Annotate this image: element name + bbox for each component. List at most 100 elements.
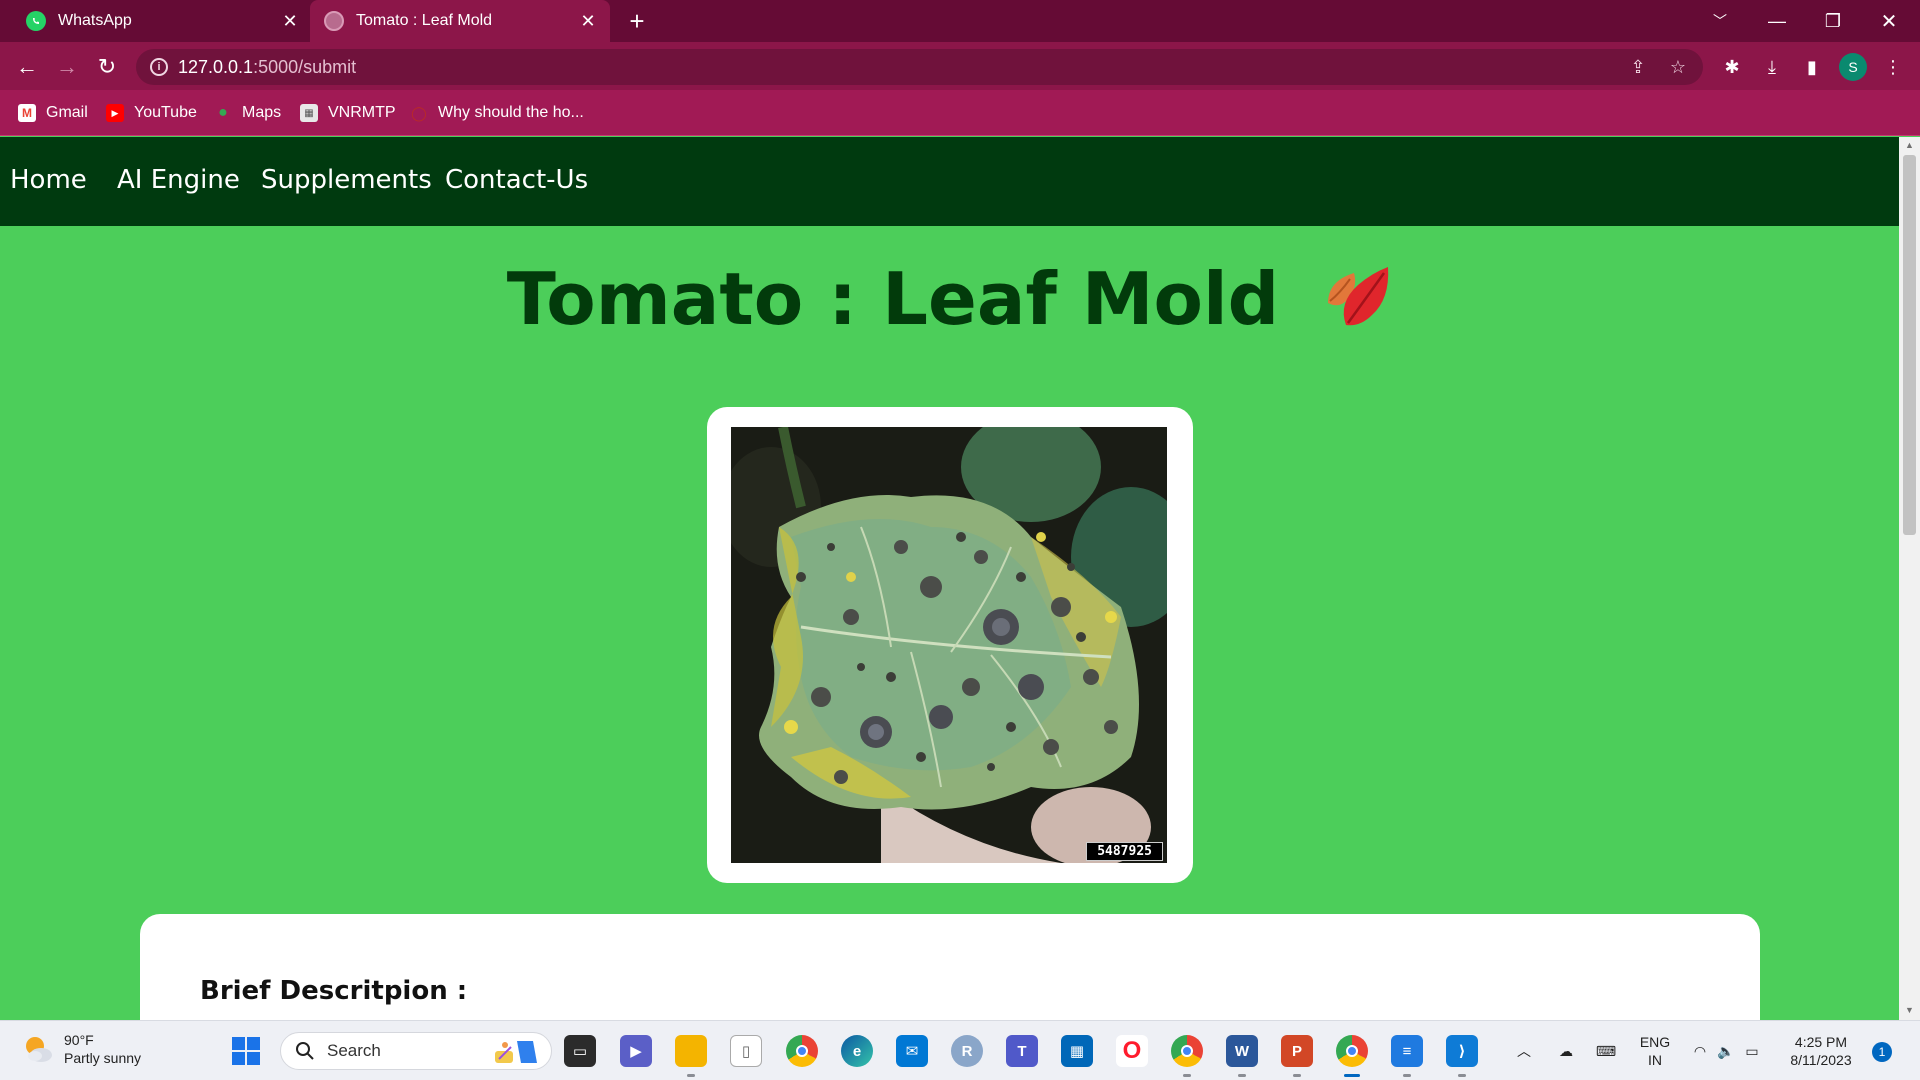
scrollbar-thumb[interactable] bbox=[1903, 155, 1916, 535]
page-title-text: Tomato : Leaf Mold bbox=[506, 257, 1280, 341]
side-panel-icon[interactable]: ▮ bbox=[1797, 52, 1827, 82]
volume-icon[interactable]: 🔈 bbox=[1714, 1021, 1738, 1080]
wifi-icon[interactable]: ◠ bbox=[1688, 1021, 1712, 1080]
clock-date: 8/11/2023 bbox=[1790, 1052, 1852, 1068]
close-tab-icon[interactable]: ✕ bbox=[576, 9, 600, 33]
bookmark-vnrmtp[interactable]: ▦ VNRMTP bbox=[300, 103, 396, 123]
language-indicator[interactable]: ENG IN bbox=[1636, 1021, 1674, 1080]
task-view-icon[interactable]: ▭ bbox=[564, 1035, 596, 1067]
store-icon[interactable]: ▦ bbox=[1061, 1035, 1093, 1067]
close-tab-icon[interactable]: ✕ bbox=[278, 9, 302, 33]
tab-search-chevron-icon[interactable]: ﹀ bbox=[1692, 0, 1748, 42]
url-text: 127.0.0.1:5000/submit bbox=[178, 57, 356, 78]
bookmark-label: Why should the ho... bbox=[438, 104, 584, 121]
onedrive-error-icon[interactable]: ☁ bbox=[1552, 1021, 1580, 1080]
description-card: Brief Descritpion : bbox=[140, 914, 1760, 1020]
extensions-icon[interactable]: ✱ bbox=[1717, 52, 1747, 82]
language-top: ENG bbox=[1639, 1034, 1671, 1050]
notepad-file-icon[interactable]: ▯ bbox=[730, 1035, 762, 1067]
vscode-icon[interactable]: ⟩ bbox=[1446, 1035, 1478, 1077]
bookmark-gmail[interactable]: M Gmail bbox=[18, 103, 88, 123]
maps-icon: ● bbox=[218, 104, 228, 121]
address-bar[interactable]: i 127.0.0.1:5000/submit ⇪ ☆ bbox=[136, 49, 1703, 85]
back-button[interactable]: ← bbox=[12, 52, 42, 82]
chrome-profile-s-icon[interactable] bbox=[1336, 1035, 1368, 1077]
gmail-icon: M bbox=[18, 104, 36, 122]
reload-button[interactable]: ↻ bbox=[92, 52, 122, 82]
start-button[interactable] bbox=[230, 1035, 262, 1067]
weather-widget[interactable]: 90°F Partly sunny bbox=[22, 1031, 141, 1067]
word-icon[interactable]: W bbox=[1226, 1035, 1258, 1077]
notepad-icon[interactable]: ≡ bbox=[1391, 1035, 1423, 1077]
nav-supplements[interactable]: Supplements bbox=[261, 165, 432, 195]
nav-contact-us[interactable]: Contact-Us bbox=[445, 165, 588, 195]
globe-icon bbox=[324, 11, 344, 31]
site-navbar: Home AI Engine Supplements Contact-Us bbox=[0, 137, 1899, 226]
keyboard-icon[interactable]: ⌨ bbox=[1592, 1021, 1620, 1080]
clock-time: 4:25 PM bbox=[1794, 1034, 1848, 1050]
windows-taskbar: 90°F Partly sunny Search ▭ ▶ ▯ e ✉ R T ▦… bbox=[0, 1020, 1920, 1080]
vnrmtp-icon: ▦ bbox=[300, 104, 318, 122]
search-icon bbox=[295, 1041, 315, 1061]
teams-icon[interactable]: T bbox=[1006, 1035, 1038, 1067]
url-host: 127.0.0.1 bbox=[178, 57, 254, 77]
forward-button[interactable]: → bbox=[52, 52, 82, 82]
youtube-icon: ▶ bbox=[106, 104, 124, 122]
r-icon[interactable]: R bbox=[951, 1035, 983, 1067]
bookmark-label: VNRMTP bbox=[328, 104, 396, 121]
weather-desc: Partly sunny bbox=[64, 1050, 142, 1066]
page-scrollbar[interactable]: ▲ ▼ bbox=[1899, 137, 1920, 1020]
tab-tomato-leaf-mold[interactable]: Tomato : Leaf Mold ✕ bbox=[310, 0, 610, 42]
quora-icon: ◯ bbox=[411, 104, 427, 121]
file-explorer-icon[interactable] bbox=[675, 1035, 707, 1077]
restore-button[interactable]: ❐ bbox=[1805, 0, 1861, 42]
tab-strip: WhatsApp ✕ Tomato : Leaf Mold ✕ + ﹀ — ❐ … bbox=[0, 0, 1920, 42]
leaf-photo: 5487925 bbox=[731, 427, 1167, 863]
whatsapp-icon bbox=[26, 11, 46, 31]
battery-icon[interactable]: ▭ bbox=[1740, 1021, 1764, 1080]
bookmark-label: Maps bbox=[242, 104, 282, 121]
close-window-button[interactable]: ✕ bbox=[1861, 0, 1917, 42]
bookmark-star-icon[interactable]: ☆ bbox=[1666, 55, 1690, 79]
tab-whatsapp[interactable]: WhatsApp ✕ bbox=[12, 0, 312, 42]
minimize-button[interactable]: — bbox=[1749, 0, 1805, 42]
profile-avatar[interactable]: S bbox=[1839, 53, 1867, 81]
menu-icon[interactable]: ⋮ bbox=[1878, 52, 1908, 82]
browser-toolbar: ← → ↻ i 127.0.0.1:5000/submit ⇪ ☆ ✱ ⤓ ▮ … bbox=[0, 42, 1920, 90]
scroll-down-arrow-icon[interactable]: ▼ bbox=[1904, 1005, 1915, 1017]
leaf-image-card: 5487925 bbox=[707, 407, 1193, 883]
notification-badge[interactable]: 1 bbox=[1872, 1042, 1892, 1062]
share-icon[interactable]: ⇪ bbox=[1626, 55, 1650, 79]
image-id-label: 5487925 bbox=[1086, 842, 1163, 861]
search-placeholder: Search bbox=[327, 1041, 381, 1060]
chrome-profile-j-icon[interactable] bbox=[1171, 1035, 1203, 1077]
download-icon[interactable]: ⤓ bbox=[1757, 52, 1787, 82]
description-title: Brief Descritpion : bbox=[200, 976, 468, 1006]
weather-temp: 90°F bbox=[64, 1032, 94, 1048]
page-viewport: Home AI Engine Supplements Contact-Us To… bbox=[0, 137, 1899, 1020]
bookmark-label: Gmail bbox=[46, 104, 88, 121]
nav-home[interactable]: Home bbox=[10, 165, 87, 195]
mail-icon[interactable]: ✉ bbox=[896, 1035, 928, 1067]
opera-icon[interactable]: O bbox=[1116, 1035, 1148, 1067]
bookmark-quora[interactable]: ◯ Why should the ho... bbox=[410, 103, 584, 123]
clock[interactable]: 4:25 PM 8/11/2023 bbox=[1778, 1021, 1864, 1080]
site-info-icon[interactable]: i bbox=[150, 58, 168, 76]
fallen-leaf-icon bbox=[1318, 259, 1392, 350]
taskbar-search[interactable]: Search bbox=[280, 1032, 552, 1070]
bookmark-maps[interactable]: ● Maps bbox=[214, 103, 281, 123]
edge-icon[interactable]: e bbox=[841, 1035, 873, 1067]
teams-meet-icon[interactable]: ▶ bbox=[620, 1035, 652, 1067]
new-tab-button[interactable]: + bbox=[622, 6, 652, 36]
nav-ai-engine[interactable]: AI Engine bbox=[117, 165, 240, 195]
bookmark-label: YouTube bbox=[134, 104, 197, 121]
chrome-icon[interactable] bbox=[786, 1035, 818, 1067]
page-title: Tomato : Leaf Mold bbox=[0, 257, 1899, 350]
bookmark-youtube[interactable]: ▶ YouTube bbox=[106, 103, 197, 123]
partly-sunny-icon bbox=[22, 1033, 54, 1065]
search-highlight-icon bbox=[491, 1037, 543, 1067]
show-hidden-icons-chevron-icon[interactable]: ︿ bbox=[1512, 1021, 1536, 1080]
powerpoint-icon[interactable]: P bbox=[1281, 1035, 1313, 1077]
tab-title: WhatsApp bbox=[58, 12, 132, 29]
scroll-up-arrow-icon[interactable]: ▲ bbox=[1904, 140, 1915, 152]
